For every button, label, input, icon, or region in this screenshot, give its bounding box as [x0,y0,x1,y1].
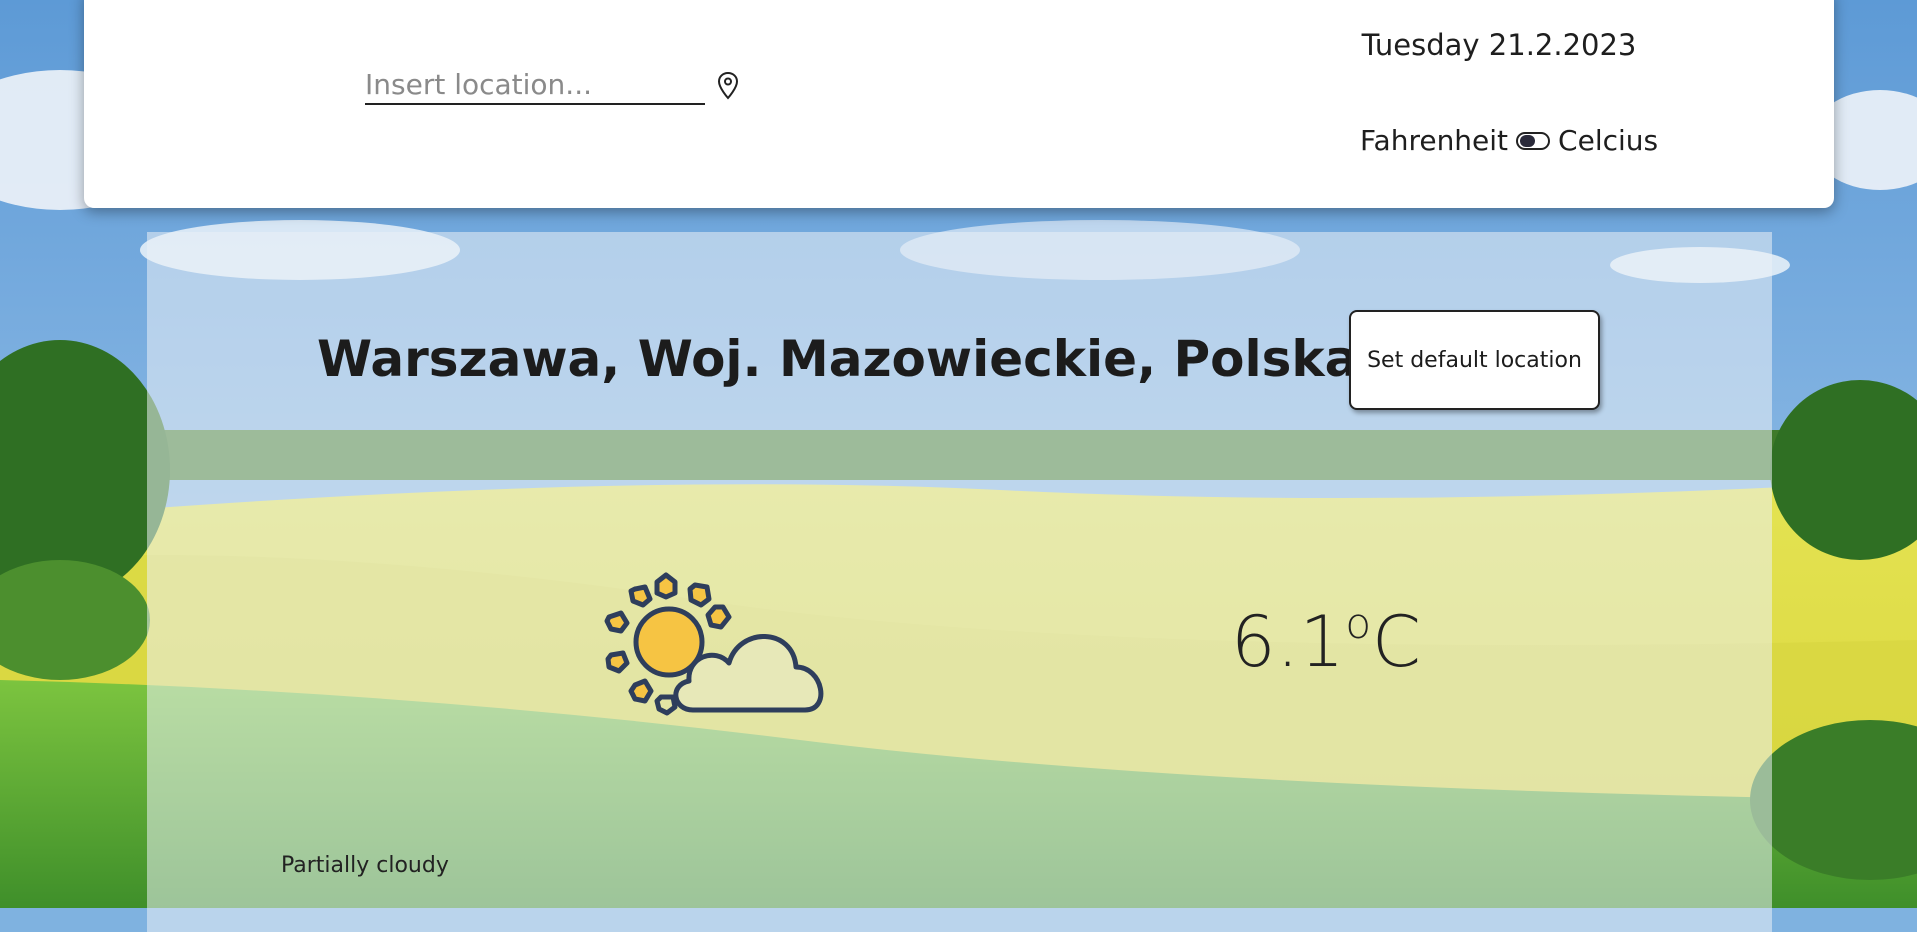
top-bar: Tuesday 21.2.2023 Fahrenheit Celcius [84,0,1834,208]
weather-condition: Partially cloudy [281,853,449,878]
temperature-display: 6.1oC [1231,599,1422,683]
location-title: Warszawa, Woj. Mazowieckie, Polska [317,330,1359,388]
location-search [365,65,765,111]
map-pin-icon[interactable] [716,71,740,101]
weather-panel: Warszawa, Woj. Mazowieckie, Polska Set d… [147,232,1772,932]
degree-symbol: o [1345,599,1373,648]
unit-switch: Fahrenheit Celcius [1360,124,1658,157]
toggle-knob [1520,134,1536,147]
current-date: Tuesday 21.2.2023 [1361,28,1637,62]
celsius-label: Celcius [1558,124,1659,157]
unit-toggle[interactable] [1516,131,1551,150]
temperature-unit: C [1372,601,1422,683]
fahrenheit-label: Fahrenheit [1360,124,1509,157]
temperature-value: 6.1 [1231,601,1346,683]
set-default-location-button[interactable]: Set default location [1349,310,1600,410]
location-search-input[interactable] [365,65,705,105]
partly-cloudy-day-icon [604,572,824,716]
